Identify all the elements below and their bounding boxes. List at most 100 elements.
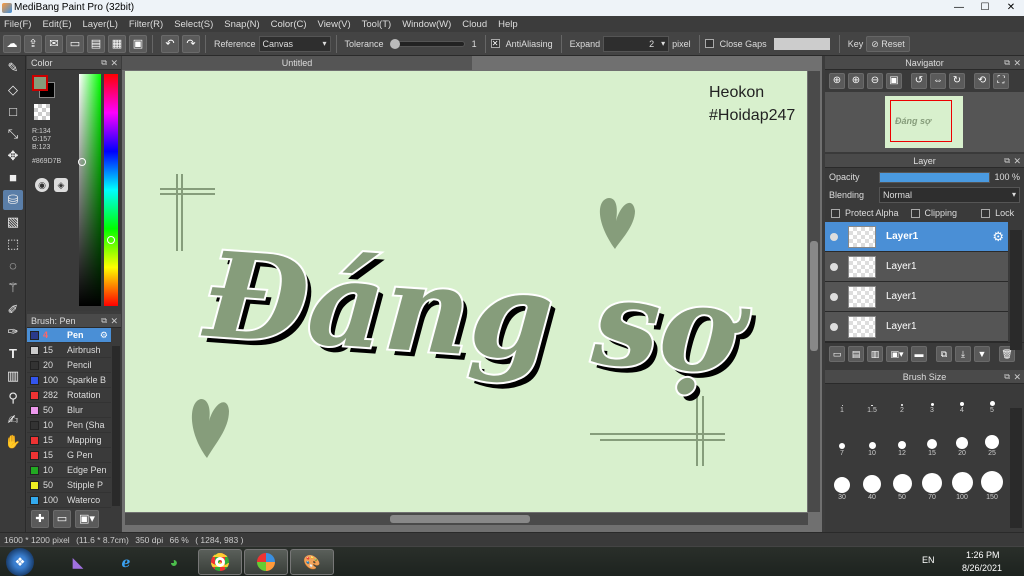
close-icon[interactable]: ✕	[1013, 154, 1021, 168]
foreground-color-swatch[interactable]	[32, 75, 48, 91]
menu-layer[interactable]: Layer(L)	[83, 19, 118, 30]
navigator-preview[interactable]: Đáng sợ	[825, 92, 1024, 152]
visibility-icon[interactable]	[830, 322, 838, 331]
brush-item[interactable]: 282 Rotation	[27, 388, 111, 403]
popout-icon[interactable]: ⧉	[101, 314, 107, 328]
add-brush-icon[interactable]: ✚	[31, 510, 49, 528]
layer-list-scrollbar[interactable]	[1010, 230, 1022, 350]
close-window-button[interactable]: ✕	[998, 0, 1024, 16]
brush-item[interactable]: 4 Pen ⚙	[27, 328, 111, 343]
brush-menu-icon[interactable]: ▣▾	[75, 510, 99, 528]
bucket-tool-icon[interactable]: ⛁	[3, 190, 23, 210]
select-eraser-icon[interactable]: ✑	[3, 322, 23, 342]
brush-size-option[interactable]: 100	[947, 471, 977, 501]
minimize-button[interactable]: —	[946, 0, 972, 16]
menu-tool[interactable]: Tool(T)	[362, 19, 392, 30]
brush-size-option[interactable]: 1	[827, 384, 857, 414]
close-icon[interactable]: ✕	[1013, 56, 1021, 70]
brush-item[interactable]: 15 G Pen	[27, 448, 111, 463]
brush-size-option[interactable]: 3	[917, 384, 947, 414]
popout-icon[interactable]: ⧉	[101, 56, 107, 70]
fill-rect-icon[interactable]: ■	[3, 168, 23, 188]
brush-size-option[interactable]: 12	[887, 427, 917, 457]
brush-size-option[interactable]: 25	[977, 427, 1007, 457]
menu-color[interactable]: Color(C)	[271, 19, 307, 30]
brush-item[interactable]: 50 Stipple P	[27, 478, 111, 493]
visual-studio-icon[interactable]: ◣	[56, 549, 100, 575]
brush-list-scrollbar[interactable]	[112, 346, 120, 506]
brush-size-option[interactable]: 7	[827, 427, 857, 457]
layer-row[interactable]: Layer1	[825, 282, 1008, 312]
undo-icon[interactable]: ↶	[161, 34, 179, 53]
internet-explorer-icon[interactable]: ℯ	[104, 549, 148, 575]
eyedropper-icon[interactable]: ⚲	[3, 388, 23, 408]
brush-size-option[interactable]: 50	[887, 471, 917, 501]
hue-slider-handle[interactable]	[107, 236, 115, 244]
palette-add-icon[interactable]: ◈	[54, 178, 68, 192]
text-tool-icon[interactable]: T	[3, 344, 23, 364]
brush-size-option[interactable]: 5	[977, 384, 1007, 414]
brush-size-option[interactable]: 40	[857, 471, 887, 501]
popout-icon[interactable]: ⧉	[1004, 370, 1010, 384]
close-icon[interactable]: ✕	[110, 314, 118, 328]
layout-icon[interactable]: ▣	[129, 34, 147, 53]
reset-button[interactable]: ⊘ Reset	[866, 35, 910, 52]
horizontal-scroll-thumb[interactable]	[390, 515, 530, 523]
language-indicator[interactable]: EN	[922, 555, 935, 565]
brush-size-option[interactable]: 150	[977, 470, 1007, 501]
close-icon[interactable]: ✕	[1013, 370, 1021, 384]
canvas-vertical-scrollbar[interactable]	[808, 71, 820, 512]
move-tool-icon[interactable]: ✥	[3, 146, 23, 166]
cloud-icon[interactable]: ☁	[3, 34, 21, 53]
brush-item[interactable]: 100 Sparkle B	[27, 373, 111, 388]
close-gaps-slider[interactable]	[773, 37, 830, 50]
brush-item[interactable]: 10 Edge Pen	[27, 463, 111, 478]
layer-settings-icon[interactable]: ⚙	[992, 229, 1004, 245]
close-icon[interactable]: ✕	[110, 56, 118, 70]
rotate-left-icon[interactable]: ↺	[911, 73, 927, 89]
brush-file-icon[interactable]: ▭	[53, 510, 71, 528]
close-gaps-checkbox[interactable]	[704, 39, 714, 48]
hand-tool-icon[interactable]: ✋	[3, 432, 23, 452]
layer-row[interactable]: Layer1	[825, 312, 1008, 342]
reference-select[interactable]: Canvas	[258, 35, 331, 52]
brush-item[interactable]: 50 Blur	[27, 403, 111, 418]
expand-input[interactable]: 2	[603, 35, 670, 52]
protect-alpha-checkbox[interactable]	[831, 208, 840, 218]
document-tab[interactable]: Untitled	[122, 56, 472, 70]
brush-size-option[interactable]: 70	[917, 471, 947, 501]
maximize-button[interactable]: ☐	[972, 0, 998, 16]
menu-window[interactable]: Window(W)	[402, 19, 451, 30]
menu-select[interactable]: Select(S)	[174, 19, 213, 30]
visibility-icon[interactable]	[830, 232, 838, 241]
tolerance-slider-handle[interactable]	[389, 38, 400, 49]
visibility-icon[interactable]	[830, 262, 838, 271]
eraser-tool-icon[interactable]: ◇	[3, 80, 23, 100]
chrome-icon[interactable]	[198, 549, 242, 575]
tolerance-slider[interactable]	[389, 38, 465, 49]
drawing-canvas[interactable]: Đáng sợ Đáng sợ Heokon #Hoidap247	[125, 71, 807, 512]
menu-snap[interactable]: Snap(N)	[224, 19, 259, 30]
transparent-color-swatch[interactable]	[34, 104, 50, 120]
brush-tool-icon[interactable]: ✎	[3, 58, 23, 78]
brush-size-option[interactable]: 30	[827, 471, 857, 501]
rotate-right-icon[interactable]: ↻	[949, 73, 965, 89]
clock-time[interactable]: 1:26 PM	[966, 550, 1000, 560]
menu-edit[interactable]: Edit(E)	[42, 19, 71, 30]
magic-wand-icon[interactable]: ⚚	[3, 278, 23, 298]
document-icon[interactable]: ▤	[87, 34, 105, 53]
palette-icon[interactable]: ◉	[35, 178, 49, 192]
coccoc-browser-icon[interactable]: ◕	[152, 549, 196, 575]
new-8bit-layer-icon[interactable]: ▥	[867, 345, 883, 362]
new-file-icon[interactable]: ▭	[66, 34, 84, 53]
menu-view[interactable]: View(V)	[318, 19, 351, 30]
brush-item[interactable]: 100 Waterco	[27, 493, 111, 508]
layer-down-icon[interactable]: ▼	[974, 345, 990, 362]
menu-help[interactable]: Help	[498, 19, 518, 30]
brush-item[interactable]: 10 Pen (Sha	[27, 418, 111, 433]
menu-filter[interactable]: Filter(R)	[129, 19, 163, 30]
clipping-checkbox[interactable]	[910, 208, 920, 218]
color-picker-handle[interactable]	[78, 158, 86, 166]
share-icon[interactable]: ⇪	[24, 34, 42, 53]
zoom-out-icon[interactable]: ⊖	[867, 73, 883, 89]
